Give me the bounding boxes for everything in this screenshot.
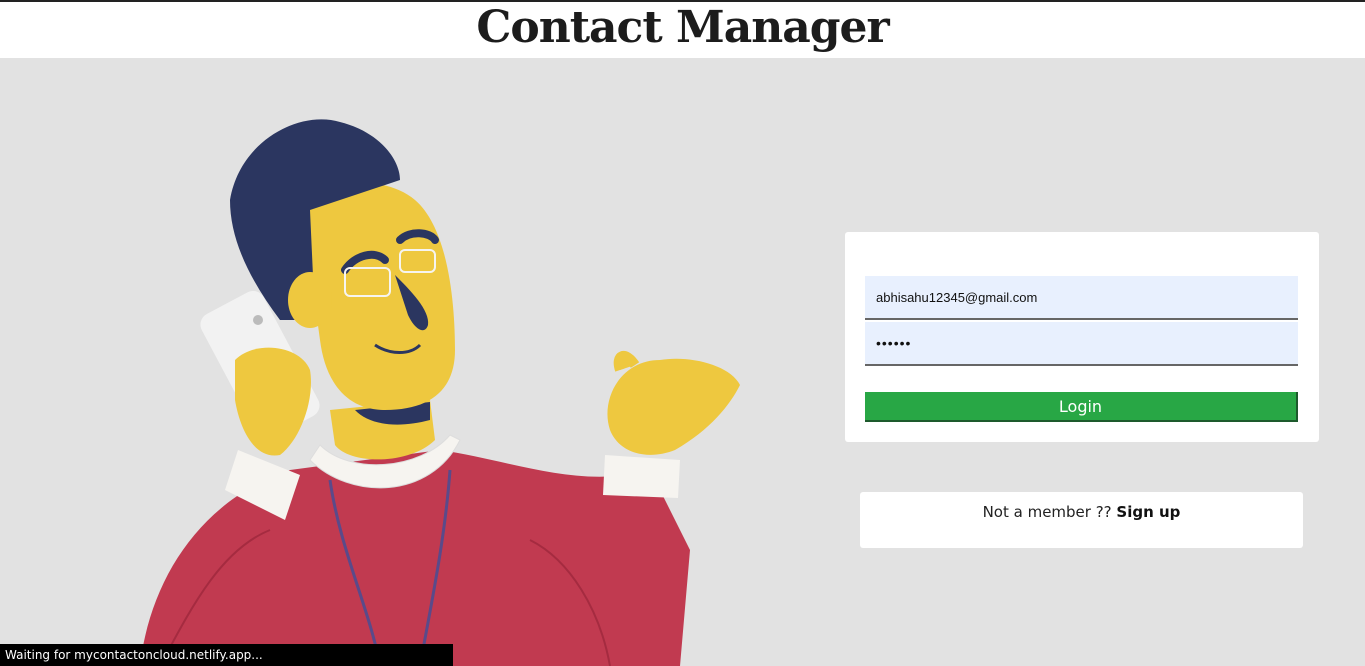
password-field[interactable] bbox=[865, 322, 1298, 366]
man-on-phone-illustration bbox=[140, 119, 740, 666]
login-button[interactable]: Login bbox=[865, 392, 1298, 422]
page-title: Contact Manager bbox=[476, 2, 889, 53]
email-field[interactable] bbox=[865, 276, 1298, 320]
signup-link[interactable]: Sign up bbox=[1116, 503, 1180, 521]
app-header: Contact Manager bbox=[0, 0, 1365, 58]
browser-status-bar: Waiting for mycontactoncloud.netlify.app… bbox=[0, 644, 453, 666]
signup-prompt: Not a member ?? bbox=[982, 503, 1117, 521]
signup-card: Not a member ?? Sign up bbox=[860, 492, 1303, 548]
login-form-card: Login bbox=[845, 232, 1319, 442]
